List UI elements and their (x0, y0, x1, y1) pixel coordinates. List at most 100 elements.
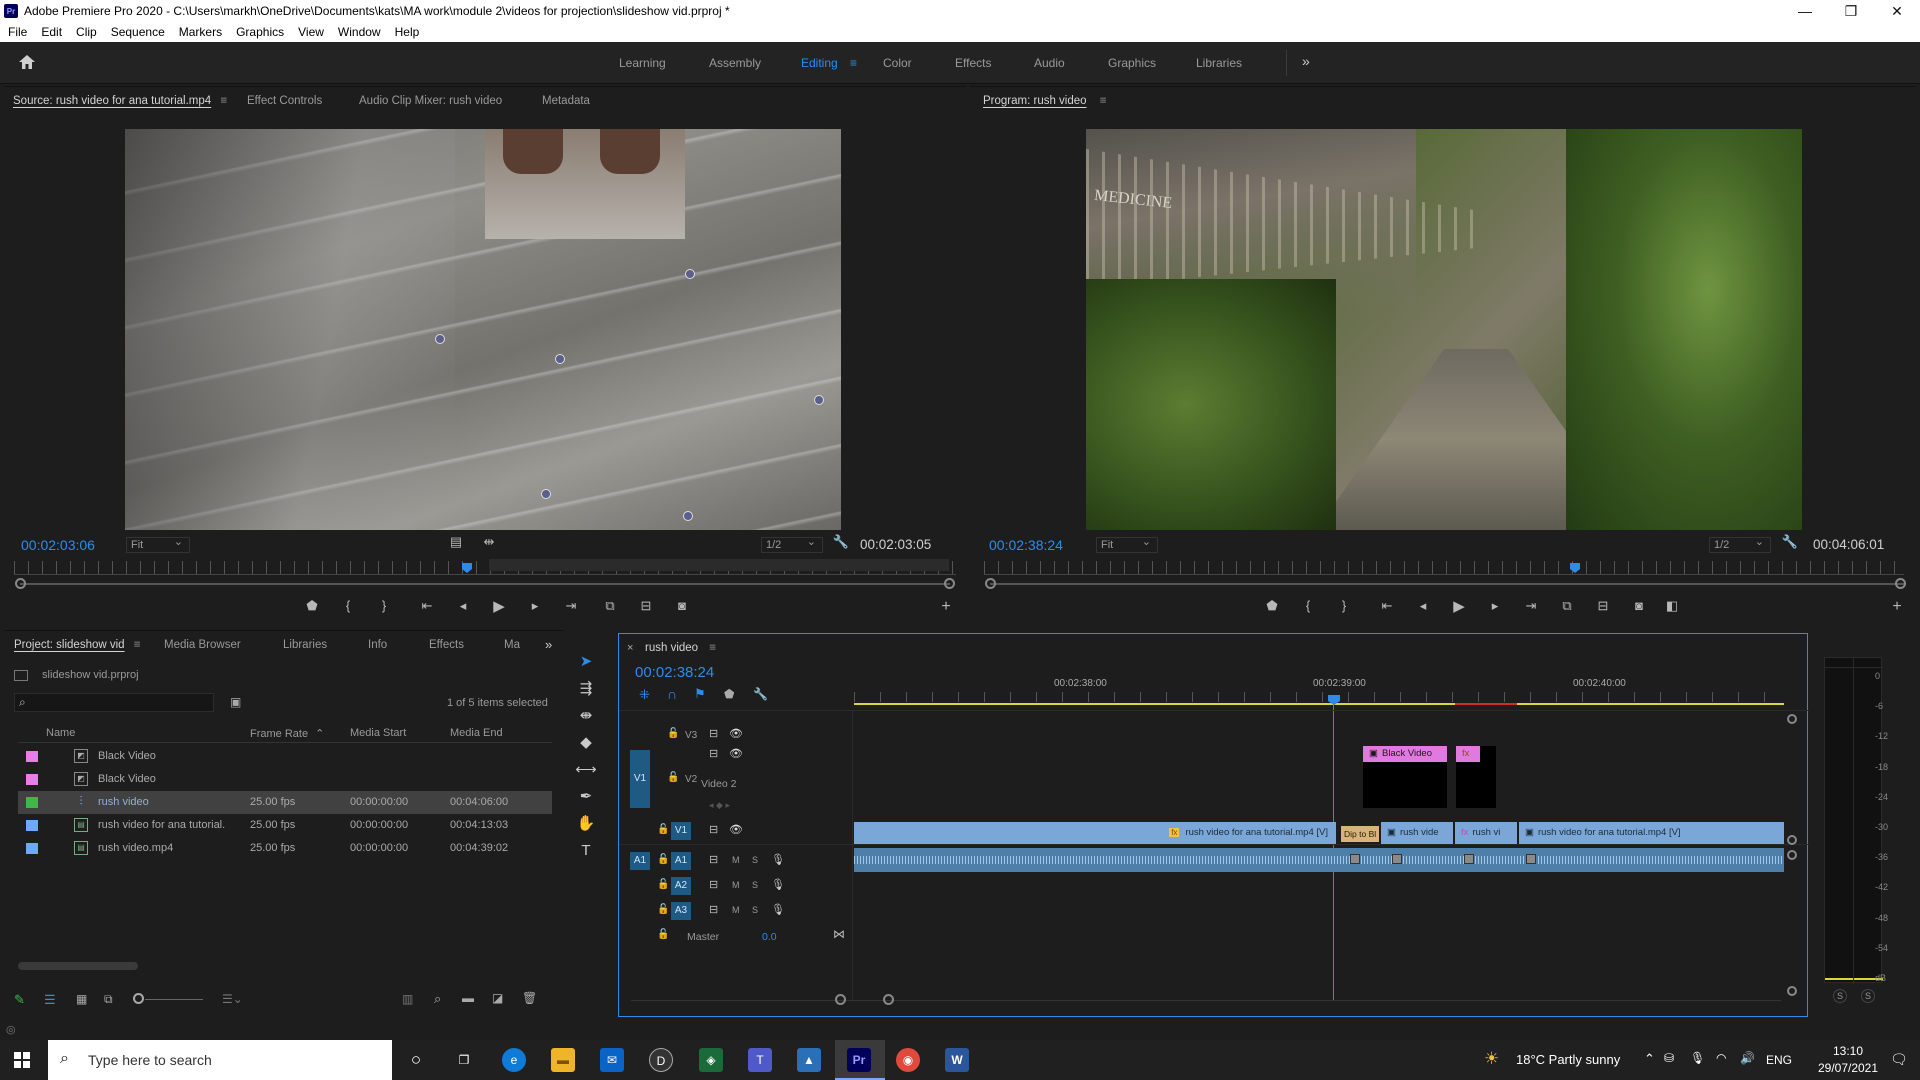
effect-controls-tab[interactable]: Effect Controls (247, 95, 322, 107)
clear-icon[interactable]: 🗑 (522, 991, 537, 1005)
mute-button[interactable]: M (732, 905, 740, 915)
markers-tab[interactable]: Ma (504, 639, 520, 651)
meter-solo-left[interactable]: S (1833, 989, 1847, 1003)
meter-solo-right[interactable]: S (1861, 989, 1875, 1003)
writable-pencil-icon[interactable]: ✎ (14, 992, 25, 1008)
track-lock-icon[interactable]: 🔓 (657, 904, 669, 915)
info-tab[interactable]: Info (368, 639, 387, 651)
audio-clip-a1[interactable] (854, 848, 1784, 872)
chrome-icon[interactable]: ◉ (896, 1048, 920, 1072)
sync-lock-icon[interactable]: ⊟ (709, 747, 718, 760)
program-step-forward-icon[interactable]: ▸ (1484, 598, 1506, 614)
more-workspaces-icon[interactable]: » (1302, 53, 1310, 69)
zoom-slider-handle[interactable] (133, 993, 144, 1004)
project-tab[interactable]: Project: slideshow vid ≡ (14, 639, 141, 651)
source-zoom-scrollbar[interactable] (20, 583, 950, 585)
project-item[interactable]: ▤ rush video for ana tutorial. 25.00 fps… (18, 814, 552, 837)
export-frame-icon[interactable]: ◙ (671, 598, 693, 613)
timeline-zoom-handle-left[interactable] (835, 994, 846, 1005)
source-monitor-tab[interactable]: Source: rush video for ana tutorial.mp4 … (13, 95, 227, 107)
workspace-effects[interactable]: Effects (955, 56, 991, 70)
workspace-editing[interactable]: Editing (801, 56, 838, 70)
icon-view-icon[interactable]: ▦ (76, 992, 87, 1006)
vertical-zoom-handle[interactable] (1787, 714, 1797, 724)
photos-icon[interactable]: ▲ (797, 1048, 821, 1072)
type-tool-icon[interactable]: T (574, 839, 598, 863)
menu-view[interactable]: View (291, 25, 331, 39)
libraries-tab[interactable]: Libraries (283, 639, 327, 651)
workspace-assembly[interactable]: Assembly (709, 56, 761, 70)
menu-edit[interactable]: Edit (34, 25, 69, 39)
mark-in-icon[interactable]: { (337, 598, 359, 613)
source-drag-video-icon[interactable]: ⇹ (478, 534, 500, 550)
track-select-tool-icon[interactable]: ⇶ (574, 677, 598, 701)
step-back-icon[interactable]: ◂ (452, 598, 474, 614)
clock-date[interactable]: 29/07/2021 (1808, 1061, 1888, 1075)
menu-file[interactable]: File (1, 25, 34, 39)
go-to-end-icon[interactable]: ⋈ (833, 927, 845, 941)
label-color-swatch[interactable] (26, 843, 38, 854)
timeline-timecode[interactable]: 00:02:38:24 (635, 664, 714, 681)
track-lock-icon[interactable]: 🔓 (657, 879, 669, 890)
sync-lock-icon[interactable]: ⊟ (709, 903, 718, 916)
add-marker-icon[interactable]: ⬟ (301, 598, 323, 614)
program-monitor-tab[interactable]: Program: rush video ≡ (983, 95, 1106, 107)
track-target-v1[interactable]: V1 (671, 822, 691, 840)
column-name[interactable]: Name (46, 727, 75, 739)
workspace-libraries[interactable]: Libraries (1196, 56, 1242, 70)
keyframe-nav-icon[interactable]: ◂ ◆ ▸ (709, 800, 730, 811)
sync-lock-icon[interactable]: ⊟ (709, 823, 718, 836)
nest-toggle-icon[interactable]: ⁜ (639, 687, 650, 703)
black-video-clip-2[interactable]: fx (1456, 746, 1480, 762)
column-media-end[interactable]: Media End (450, 727, 503, 739)
track-lock-icon[interactable]: 🔓 (667, 728, 679, 739)
track-target-a2[interactable]: A2 (671, 877, 691, 895)
ripple-edit-tool-icon[interactable]: ⇼ (574, 704, 598, 728)
weather-text[interactable]: 18°C Partly sunny (1516, 1052, 1620, 1067)
track-target-a1[interactable]: A1 (671, 852, 691, 870)
language-indicator[interactable]: ENG (1766, 1053, 1792, 1067)
teams-icon[interactable]: T (748, 1048, 772, 1072)
program-settings-wrench-icon[interactable]: 🔧 (1779, 534, 1801, 550)
windows-start-icon[interactable] (14, 1052, 30, 1068)
wifi-icon[interactable]: ◠ (1716, 1051, 1726, 1065)
menu-help[interactable]: Help (388, 25, 427, 39)
audio-transition-marker[interactable] (1526, 854, 1536, 864)
video-clip-v1-3[interactable]: fx rush vi (1455, 822, 1517, 844)
automate-to-sequence-icon[interactable]: ▥ (402, 992, 413, 1006)
menu-markers[interactable]: Markers (172, 25, 229, 39)
video-clip-v1[interactable]: fx rush video for ana tutorial.mp4 [V] (854, 822, 1336, 844)
source-patch-v1[interactable]: V1 (630, 750, 650, 808)
tray-app-icon[interactable]: ⛁ (1664, 1051, 1674, 1065)
label-color-swatch[interactable] (26, 774, 38, 785)
maximize-button[interactable]: ❐ (1828, 3, 1874, 20)
source-timecode[interactable]: 00:02:03:06 (21, 537, 95, 553)
menu-clip[interactable]: Clip (69, 25, 104, 39)
timeline-time-ruler[interactable] (854, 692, 1784, 702)
overwrite-icon[interactable]: ⊟ (635, 598, 657, 614)
microphone-icon[interactable]: 🎙 (1690, 1051, 1705, 1065)
program-play-button-icon[interactable]: ▶ (1448, 597, 1470, 615)
source-safe-margins-icon[interactable]: ▤ (445, 534, 467, 550)
track-lock-icon[interactable]: 🔓 (657, 824, 669, 835)
mute-button[interactable]: M (732, 855, 740, 865)
program-zoom-scrollbar[interactable] (990, 583, 1906, 585)
program-fit-select[interactable]: Fit (1096, 535, 1158, 553)
go-to-out-icon[interactable]: ⇥ (560, 598, 582, 614)
solo-button[interactable]: S (752, 855, 758, 865)
extract-icon[interactable]: ⊟ (1592, 598, 1614, 614)
premiere-taskbar-icon[interactable]: Pr (847, 1048, 871, 1072)
pen-tool-icon[interactable]: ✒ (574, 785, 598, 809)
audio-clip-mixer-tab[interactable]: Audio Clip Mixer: rush video (359, 95, 502, 107)
program-timecode[interactable]: 00:02:38:24 (989, 537, 1063, 553)
solo-button[interactable]: S (752, 905, 758, 915)
step-forward-icon[interactable]: ▸ (524, 598, 546, 614)
minimize-button[interactable]: — (1782, 3, 1828, 19)
timeline-zoom-handle-right[interactable] (883, 994, 894, 1005)
weather-partly-sunny-icon[interactable]: ☀ (1484, 1049, 1499, 1069)
project-item-selected[interactable]: ⫶ rush video 25.00 fps 00:00:00:00 00:04… (18, 791, 552, 814)
zoom-slider-track[interactable] (145, 999, 203, 1000)
program-resolution-select[interactable]: 1/2 (1709, 535, 1771, 553)
media-browser-tab[interactable]: Media Browser (164, 639, 241, 651)
program-go-to-out-icon[interactable]: ⇥ (1520, 598, 1542, 614)
